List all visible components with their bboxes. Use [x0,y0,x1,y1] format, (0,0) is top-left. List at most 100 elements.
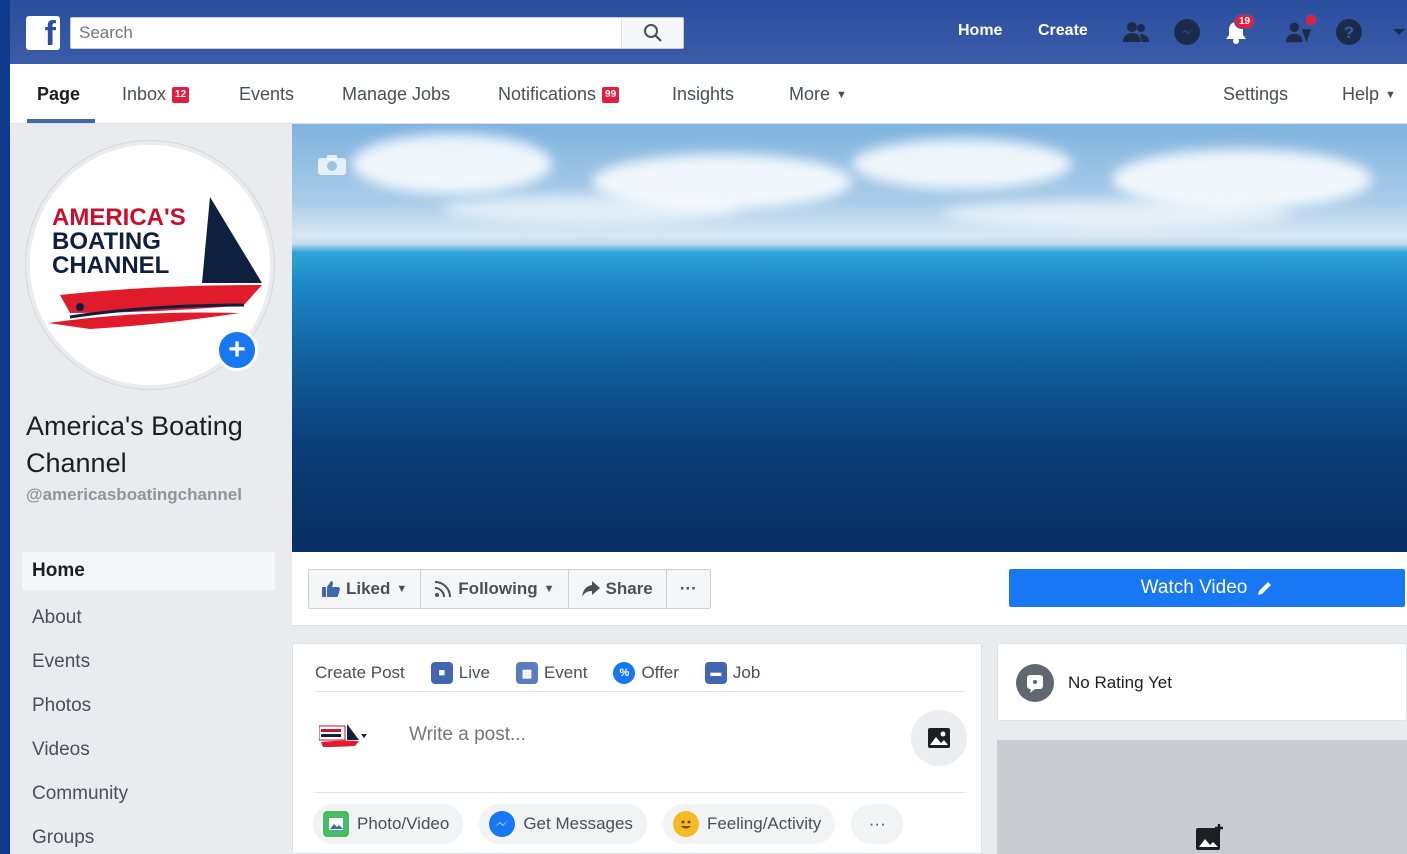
facebook-logo[interactable]: f [26,15,60,53]
tab-page[interactable]: Page [37,84,80,105]
tab-label: Offer [641,663,679,682]
sidebar-item-home[interactable]: Home [22,552,275,590]
posting-as-avatar[interactable] [319,722,369,752]
help-label: Help [1342,84,1380,104]
watch-video-button[interactable]: Watch Video [1009,569,1405,607]
search-input[interactable] [71,18,631,48]
settings-label: Settings [1223,84,1289,104]
liked-label: Liked [346,579,391,598]
sidebar-item-about[interactable]: About [22,596,275,640]
liked-caret-icon: ▼ [396,583,408,595]
following-label: Following [458,579,538,598]
inbox-count-badge: 12 [172,86,190,103]
rating-card[interactable]: No Rating Yet [997,643,1407,721]
cover-cloud [442,194,742,224]
search-button[interactable] [621,18,683,48]
logo-text-line: CHANNEL [52,252,169,279]
sidebar-item-photos[interactable]: Photos [22,684,275,728]
tab-more[interactable]: More ▼ [789,84,847,105]
search-icon [643,24,662,42]
live-video-icon: ■ [430,662,453,684]
tab-label: Events [239,84,295,104]
plus-icon: + [228,333,246,366]
divider [315,691,965,692]
page-title[interactable]: America's Boating Channel [26,408,276,482]
rating-icon [1016,664,1054,702]
pill-label: Feeling/Activity [706,814,822,833]
cover-cloud [852,139,1072,189]
tab-label: Notifications [498,84,597,104]
tab-events[interactable]: Events [239,84,294,105]
facebook-page: f Home Create 19 ? Page [10,0,1407,854]
messenger-icon[interactable] [1173,18,1201,46]
page-username[interactable]: @americasboatingchannel [26,484,276,506]
sidebar-item-groups[interactable]: Groups [22,816,275,854]
update-profile-picture-button[interactable]: + [216,329,258,371]
tab-label: Manage Jobs [342,84,451,104]
offer-tab[interactable]: % Offer [613,662,679,684]
facebook-logo-letter: f [44,15,56,53]
help-menu[interactable]: Help ▼ [1342,84,1396,105]
tab-label: Page [37,84,81,104]
tab-notifications[interactable]: Notifications 99 [498,84,620,105]
svg-text:?: ? [1344,23,1354,42]
following-button[interactable]: Following ▼ [421,570,569,608]
tab-label: Insights [672,84,735,104]
more-options-button[interactable]: ··· [851,804,904,844]
liked-button[interactable]: Liked ▼ [309,570,422,608]
sidebar-item-videos[interactable]: Videos [22,728,275,772]
live-tab[interactable]: ■ Live [430,662,490,684]
tab-label: More [789,84,831,104]
account-menu-chevron-icon[interactable] [1385,18,1407,46]
feeling-activity-button[interactable]: Feeling/Activity [662,804,836,844]
job-tab[interactable]: ▬ Job [704,662,761,684]
pencil-edit-icon [1258,582,1272,595]
search-box [70,17,684,49]
page-actions-group: Liked ▼ Following ▼ Share ··· [308,569,711,609]
tab-label: Event [543,663,588,682]
write-post-input[interactable] [409,724,889,746]
tab-insights[interactable]: Insights [672,84,734,105]
tab-inbox[interactable]: Inbox 12 [122,84,190,105]
settings-link[interactable]: Settings [1223,84,1288,105]
friend-requests-icon[interactable] [1122,18,1150,46]
left-column: AMERICA'S BOATING CHANNEL + America's Bo… [10,124,292,854]
cover-photo[interactable] [292,124,1407,552]
add-photo-button[interactable] [911,710,967,766]
home-link[interactable]: Home [958,22,1002,40]
offer-tag-icon: % [613,662,636,684]
create-link[interactable]: Create [1038,22,1088,40]
help-icon[interactable]: ? [1335,18,1363,46]
photo-video-button[interactable]: Photo/Video [313,804,464,844]
page-roles-icon[interactable] [1285,14,1317,46]
get-messages-button[interactable]: Get Messages [479,804,647,844]
active-tab-indicator [27,119,95,123]
create-post-tab[interactable]: Create Post [315,663,405,683]
composer-tabs: Create Post ■ Live ▦ Event % Offer ▬ Job [315,656,760,690]
camera-icon[interactable] [317,154,347,176]
logo-text-line: BOATING [52,228,161,255]
briefcase-icon: ▬ [704,662,727,684]
share-button[interactable]: Share [569,570,667,608]
more-dots-icon: ··· [679,579,697,598]
sidebar-menu: Home About Events Photos Videos Communit… [22,552,275,854]
smiley-face-icon [672,811,699,837]
more-caret-icon: ▼ [836,88,847,101]
tab-label: Job [732,663,761,682]
page-roles-dot [1305,14,1317,26]
post-composer: Create Post ■ Live ▦ Event % Offer ▬ Job Pho… [292,643,982,854]
rating-text: No Rating Yet [1068,673,1172,692]
calendar-icon: ▦ [515,662,538,684]
notifications-bell-icon[interactable]: 19 [1222,14,1256,46]
map-placeholder[interactable] [997,740,1407,854]
tab-manage-jobs[interactable]: Manage Jobs [342,84,450,105]
tab-label: Live [458,663,490,682]
sidebar-item-events[interactable]: Events [22,640,275,684]
share-label: Share [605,579,653,598]
sidebar-item-community[interactable]: Community [22,772,275,816]
event-tab[interactable]: ▦ Event [515,662,588,684]
photo-video-icon [323,811,349,837]
page-action-bar: Liked ▼ Following ▼ Share ··· Watch Video [292,552,1407,626]
rss-feed-icon [435,581,452,598]
more-actions-button[interactable]: ··· [667,570,710,608]
